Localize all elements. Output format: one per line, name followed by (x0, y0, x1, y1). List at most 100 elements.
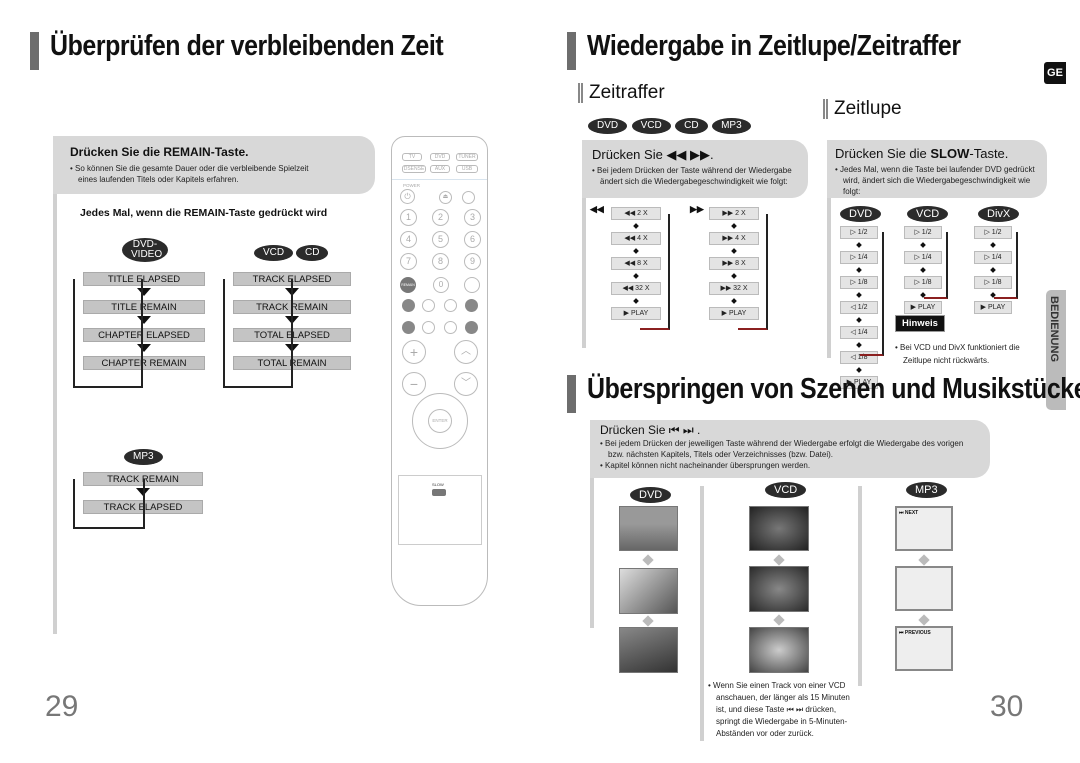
dvd-scene-thumbnail (619, 568, 678, 614)
vcd-note: • Wenn Sie einen Track von einer VCD ans… (708, 681, 850, 738)
zeitraffer-bullet: • Bei jedem Drücken der Taste während de… (592, 166, 792, 186)
eject-icon: ⏏ (439, 191, 452, 204)
tuning-up-icon: ︿ (454, 340, 478, 364)
zeitlupe-heading: Zeitlupe (834, 98, 902, 119)
remote-digit: 6 (464, 231, 481, 248)
cd-badge: CD (296, 245, 329, 261)
power-icon: ⏻ (400, 189, 415, 204)
dvd-badge: DVD (588, 118, 628, 134)
down-arrow-icon (731, 273, 737, 279)
skip-section-title: Überspringen von Szenen und Musikstücken (587, 373, 1080, 405)
section-stripe (53, 194, 57, 634)
remote-button: DVD (430, 153, 450, 161)
slow-button (432, 489, 446, 496)
dvd-video-badge: DVD-VIDEO (122, 238, 168, 262)
mp3-screen-label: ⏮ PREVIOUS (899, 630, 931, 636)
remote-digit: 2 (432, 209, 449, 226)
remote-digit: 4 (400, 231, 417, 248)
remote-button: TUNER (456, 153, 478, 161)
down-arrow-icon (642, 615, 654, 627)
vcd-track-thumbnail (749, 627, 809, 673)
rewind-icon: ◀◀ (590, 204, 604, 214)
mp3-badge: MP3 (124, 449, 163, 465)
down-arrow-icon (918, 614, 930, 626)
skip-bullet: • Kapitel können nicht nacheinander über… (600, 461, 811, 470)
page-title-left: Überprüfen der verbleibenden Zeit (50, 30, 444, 62)
remote-function-panel: SLOW (398, 475, 482, 545)
page-title-right: Wiedergabe in Zeitlupe/Zeitraffer (587, 30, 961, 62)
skip-back-button (402, 321, 415, 334)
mp3-previous-screen: ⏮ PREVIOUS (895, 626, 953, 671)
up-arrow-icon (642, 554, 654, 566)
down-arrow-icon (633, 223, 639, 229)
subheading-bar (823, 99, 828, 119)
vcd-badge: VCD (631, 118, 671, 134)
tuning-down-icon: ﹀ (454, 372, 478, 396)
rewind-button (402, 299, 415, 312)
remain-instruction-box: Drücken Sie die REMAIN-Taste. • So könne… (53, 136, 375, 194)
step-button (422, 299, 435, 312)
remote-button (462, 191, 475, 204)
zeitraffer-instruction-box: Drücken Sie ◀◀ ▶▶. • Bei jedem Drücken d… (582, 140, 808, 198)
stop-button (422, 321, 435, 334)
remote-digit: 7 (400, 253, 417, 270)
loop-line (223, 279, 293, 388)
speed-step: ▶ PLAY (904, 301, 942, 314)
volume-up-icon: + (402, 340, 426, 364)
column-divider (858, 486, 862, 686)
down-arrow-icon (633, 273, 639, 279)
mp3-screen-label: ⏭ NEXT (899, 510, 919, 516)
loop-line (924, 232, 948, 299)
vcd-track-thumbnail (749, 566, 809, 612)
repeat-button (444, 299, 457, 312)
remain-instruction-heading: Drücken Sie die REMAIN-Taste. (70, 145, 249, 159)
down-arrow-icon (633, 298, 639, 304)
zeitlupe-bullet: • Jedes Mal, wenn die Taste bei laufende… (835, 165, 1035, 196)
down-arrow-icon (773, 614, 785, 626)
mp3-badge: MP3 (712, 118, 751, 134)
skip-instruction-box: Drücken Sie ⏮ ⏭ . • Bei jedem Drücken de… (590, 420, 990, 478)
skip-bullet: • Bei jedem Drücken der jeweiligen Taste… (600, 439, 964, 459)
cd-badge: CD (675, 118, 708, 134)
divx-badge: DivX (978, 206, 1020, 222)
remote-button: DSENSE (402, 165, 426, 173)
remote-digit: 0 (433, 277, 449, 293)
mp3-badge: MP3 (906, 482, 947, 498)
zeitraffer-instruction: Drücken Sie ◀◀ ▶▶. (592, 147, 714, 162)
section-stripe (827, 198, 831, 358)
zeitlupe-instruction-box: Drücken Sie die SLOW-Taste. • Jedes Mal,… (827, 140, 1047, 198)
zeitlupe-instruction: Drücken Sie die SLOW-Taste. (835, 146, 1009, 161)
volume-down-icon: − (402, 372, 426, 396)
loop-line (738, 214, 768, 330)
section-stripe (590, 478, 594, 628)
section-stripe (582, 198, 586, 348)
remote-divider (392, 179, 487, 180)
remote-digit: 5 (432, 231, 449, 248)
remote-digit: 9 (464, 253, 481, 270)
dvd-badge: DVD (840, 206, 882, 222)
remote-digit: 1 (400, 209, 417, 226)
forward-icon: ▶▶ (690, 204, 704, 214)
vcd-track-thumbnail (749, 506, 809, 551)
note-label: Hinweis (895, 315, 945, 332)
loop-line (640, 214, 670, 330)
dvd-scene-thumbnail (619, 627, 678, 673)
slow-label: SLOW (432, 482, 444, 487)
down-arrow-icon (856, 367, 862, 373)
remain-bullet: • So können Sie die gesamte Dauer oder d… (70, 164, 309, 184)
title-bar-accent (567, 375, 576, 413)
skip-instruction: Drücken Sie ⏮ ⏭ . (600, 423, 701, 437)
skip-forward-button (465, 321, 478, 334)
loop-line (73, 279, 143, 388)
title-bar-accent (567, 32, 576, 70)
down-arrow-icon (731, 248, 737, 254)
remote-label: POWER (403, 183, 421, 188)
vcd-badge: VCD (907, 206, 949, 222)
loop-line (860, 232, 884, 356)
language-tab[interactable]: GE (1044, 62, 1066, 84)
mp3-next-screen: ⏭ NEXT (895, 506, 953, 551)
down-arrow-icon (731, 223, 737, 229)
mp3-current-screen (895, 566, 953, 611)
speed-step: ▶ PLAY (974, 301, 1012, 314)
down-arrow-icon (633, 248, 639, 254)
